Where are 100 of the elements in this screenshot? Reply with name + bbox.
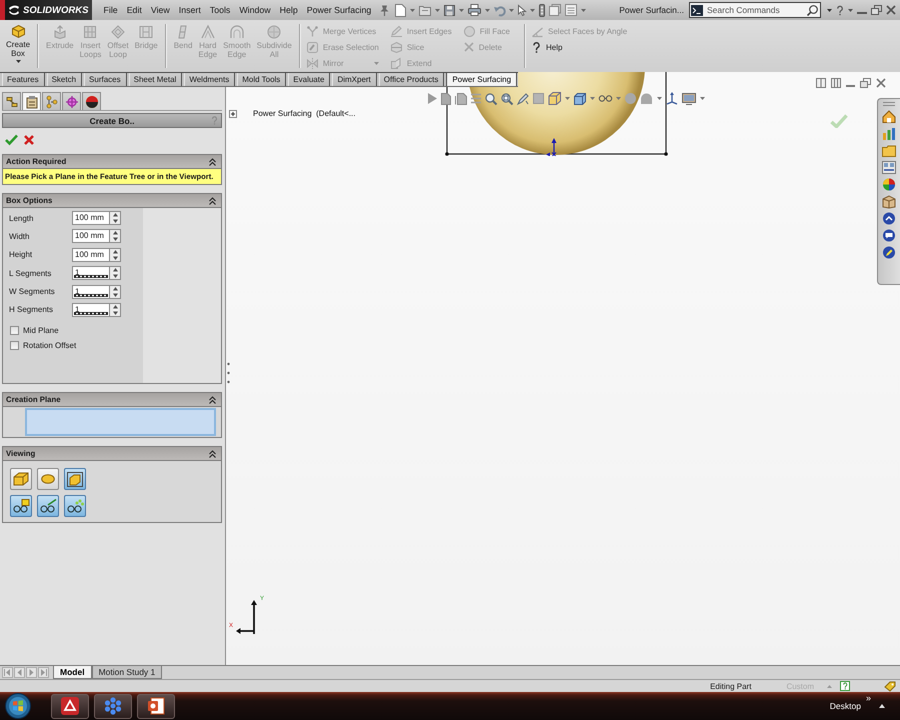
- split-view-icon[interactable]: [831, 78, 841, 88]
- document-icon[interactable]: [455, 92, 467, 104]
- menu-item[interactable]: Help: [275, 2, 302, 18]
- folder-icon[interactable]: [418, 4, 431, 16]
- number-field[interactable]: 100 mm: [72, 248, 110, 262]
- tab[interactable]: Model: [53, 666, 92, 679]
- triangle-icon[interactable]: [428, 93, 437, 104]
- library-icon[interactable]: [882, 161, 896, 174]
- chevron-up-icon[interactable]: [209, 196, 216, 204]
- overflow-button[interactable]: »: [866, 694, 871, 703]
- check-icon[interactable]: [5, 134, 18, 145]
- manager-tab[interactable]: [82, 92, 101, 110]
- tree-item[interactable]: Power Surfacing (Default<...: [253, 109, 356, 118]
- tab[interactable]: Weldments: [184, 73, 236, 86]
- spin-button[interactable]: [110, 266, 121, 280]
- list-icon[interactable]: [471, 93, 481, 104]
- split-view-icon[interactable]: [816, 78, 826, 88]
- save-icon[interactable]: [444, 4, 455, 16]
- glasses-icon[interactable]: [599, 95, 612, 102]
- chevron-up-icon[interactable]: [209, 396, 216, 404]
- number-field[interactable]: 1: [72, 266, 110, 280]
- cube-icon[interactable]: [574, 92, 586, 104]
- speech-bubble-icon[interactable]: [882, 229, 896, 242]
- manager-tab[interactable]: [22, 92, 41, 110]
- grip-handle-icon[interactable]: [227, 362, 230, 384]
- view-button[interactable]: [64, 495, 86, 517]
- chevron-up-icon[interactable]: [209, 158, 216, 166]
- number-field[interactable]: 100 mm: [72, 211, 110, 225]
- spin-button[interactable]: [110, 211, 121, 225]
- caret-icon[interactable]: [16, 60, 20, 63]
- view-button[interactable]: [37, 495, 59, 517]
- marker-pen-icon[interactable]: [882, 246, 896, 259]
- zoom-icon[interactable]: [485, 92, 497, 104]
- pointer-icon[interactable]: [518, 4, 526, 16]
- caret-icon[interactable]: [827, 8, 832, 12]
- document-icon[interactable]: [548, 4, 561, 16]
- view-button[interactable]: [37, 468, 59, 490]
- tab[interactable]: Office Products: [378, 73, 444, 86]
- number-field[interactable]: 1: [72, 284, 110, 299]
- traffic-light-icon[interactable]: [538, 4, 545, 16]
- bar-chart-icon[interactable]: [882, 127, 896, 140]
- previous-icon[interactable]: [14, 667, 25, 678]
- printer-icon[interactable]: [468, 4, 481, 16]
- view-button[interactable]: [10, 468, 32, 490]
- ribbon-button[interactable]: Help: [530, 39, 630, 55]
- search-icon[interactable]: [807, 4, 818, 16]
- grip-icon[interactable]: [883, 102, 895, 106]
- dome-icon[interactable]: [640, 93, 653, 104]
- spin-button[interactable]: [110, 229, 121, 244]
- axis-icon[interactable]: [666, 92, 678, 105]
- list-window-icon[interactable]: [564, 4, 577, 16]
- spin-button[interactable]: [110, 248, 121, 262]
- box-icon[interactable]: [882, 195, 896, 208]
- taskbar-button[interactable]: [137, 694, 175, 718]
- zoom-icon[interactable]: [501, 92, 513, 104]
- last-icon[interactable]: [38, 667, 49, 678]
- caret-up-icon[interactable]: [879, 704, 885, 708]
- expand-icon[interactable]: [229, 110, 237, 118]
- tab[interactable]: Surfaces: [84, 73, 127, 86]
- menu-item[interactable]: File: [99, 2, 122, 18]
- close-icon[interactable]: [876, 78, 886, 88]
- tab[interactable]: Evaluate: [288, 73, 330, 86]
- restore-icon[interactable]: [871, 5, 882, 15]
- menu-item[interactable]: Edit: [122, 2, 146, 18]
- view-button[interactable]: [64, 468, 86, 490]
- menu-item[interactable]: Insert: [174, 2, 206, 18]
- checkbox[interactable]: [10, 326, 19, 335]
- tab[interactable]: Motion Study 1: [92, 666, 162, 679]
- start-orb-icon[interactable]: [5, 693, 31, 719]
- tab[interactable]: DimXpert: [332, 73, 377, 86]
- search-field[interactable]: Search Commands: [689, 2, 821, 18]
- caret-icon[interactable]: [848, 8, 853, 12]
- ribbon-button[interactable]: Create Box: [4, 24, 32, 63]
- first-icon[interactable]: [2, 667, 13, 678]
- cube-icon[interactable]: [548, 92, 561, 105]
- close-icon[interactable]: [886, 5, 896, 15]
- chevron-up-icon[interactable]: [209, 450, 216, 458]
- pen-icon[interactable]: [517, 92, 529, 104]
- menu-item[interactable]: Window: [234, 2, 276, 18]
- tab[interactable]: Power Surfacing: [446, 73, 518, 86]
- help-icon[interactable]: [836, 4, 844, 16]
- help-icon[interactable]: [840, 681, 850, 691]
- folder-icon[interactable]: [882, 144, 896, 157]
- document-icon[interactable]: [441, 92, 451, 104]
- restore-icon[interactable]: [860, 78, 871, 88]
- tab[interactable]: Features: [2, 73, 45, 86]
- spin-button[interactable]: [110, 302, 121, 317]
- menu-item[interactable]: View: [146, 2, 174, 18]
- caret-icon[interactable]: [700, 97, 705, 100]
- pin-icon[interactable]: [380, 4, 389, 16]
- page-icon[interactable]: [394, 4, 406, 16]
- number-field[interactable]: 100 mm: [72, 229, 110, 244]
- color-ball-icon[interactable]: [882, 178, 896, 191]
- checkbox[interactable]: [10, 340, 19, 350]
- tag-icon[interactable]: [884, 681, 896, 691]
- tab[interactable]: Mold Tools: [237, 73, 286, 86]
- view-button[interactable]: [10, 495, 32, 517]
- number-field[interactable]: 1: [72, 302, 110, 317]
- caret-icon[interactable]: [657, 97, 662, 100]
- menu-item[interactable]: Tools: [205, 2, 235, 18]
